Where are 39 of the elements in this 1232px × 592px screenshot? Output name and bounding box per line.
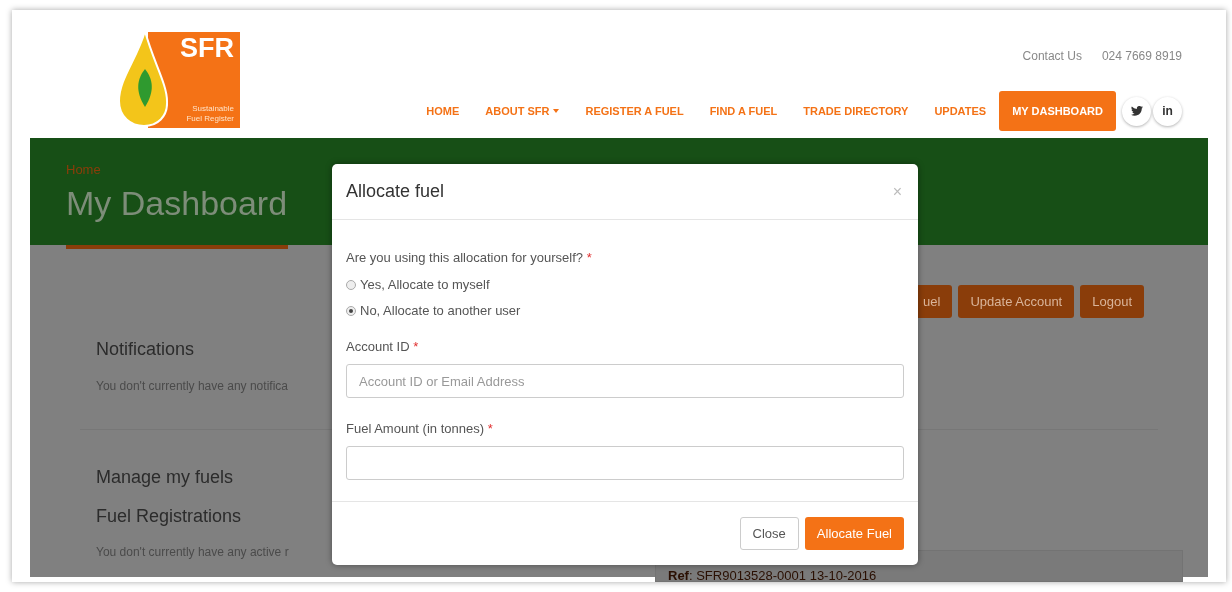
radio-button[interactable] bbox=[346, 306, 356, 316]
action-button[interactable]: Update Account bbox=[958, 285, 1075, 318]
field-label: Account ID bbox=[346, 339, 410, 354]
input-field[interactable] bbox=[346, 446, 904, 480]
registration-reference: Ref: SFR9013528-0001 13-10-2016 bbox=[668, 568, 877, 582]
logo-text: SFR bbox=[180, 35, 234, 62]
logo-tagline: Fuel Register bbox=[186, 114, 234, 124]
section-heading: Notifications bbox=[96, 338, 195, 360]
required-mark: * bbox=[586, 250, 592, 265]
phone-number: 024 7669 8919 bbox=[1101, 48, 1182, 65]
nav-link[interactable]: HOME bbox=[413, 91, 473, 131]
contact-link[interactable]: Contact Us bbox=[1022, 47, 1082, 65]
input-field[interactable]: Account ID or Email Address bbox=[346, 364, 904, 398]
radio-button[interactable] bbox=[346, 280, 356, 290]
twitter-link[interactable] bbox=[1122, 96, 1151, 126]
bird-icon bbox=[1130, 106, 1143, 116]
required-mark: * bbox=[487, 421, 493, 436]
field-label: Fuel Amount (in tonnes) bbox=[346, 421, 485, 436]
linkedin-link[interactable]: in bbox=[1153, 96, 1182, 126]
action-button[interactable]: Logout bbox=[1080, 285, 1144, 318]
dialog-title: Allocate fuel bbox=[346, 180, 445, 203]
nav-link[interactable]: ABOUT SFR bbox=[472, 91, 573, 131]
nav-link[interactable]: MY DASHBOARD bbox=[999, 91, 1116, 131]
logo-tagline: Sustainable bbox=[192, 104, 234, 114]
logo[interactable]: SFR Sustainable Fuel Register bbox=[118, 30, 242, 128]
required-mark: * bbox=[413, 339, 419, 354]
nav-link[interactable]: UPDATES bbox=[921, 91, 1000, 131]
section-subheading: Fuel Registrations bbox=[96, 505, 242, 527]
section-heading: Manage my fuels bbox=[96, 466, 234, 488]
radio-option[interactable]: Yes, Allocate to myself bbox=[346, 277, 904, 293]
nav-link[interactable]: FIND A FUEL bbox=[696, 91, 791, 131]
nav-link[interactable]: REGISTER A FUEL bbox=[572, 91, 697, 131]
close-button[interactable]: Close bbox=[739, 517, 799, 550]
close-button[interactable]: × bbox=[892, 183, 902, 200]
question-label: Are you using this allocation for yourself? bbox=[346, 250, 583, 265]
page-title: My Dashboard bbox=[66, 183, 288, 223]
allocate-button[interactable]: Allocate Fuel bbox=[804, 517, 904, 550]
radio-option[interactable]: No, Allocate to another user bbox=[346, 303, 904, 319]
nav-link[interactable]: TRADE DIRECTORY bbox=[790, 91, 922, 131]
